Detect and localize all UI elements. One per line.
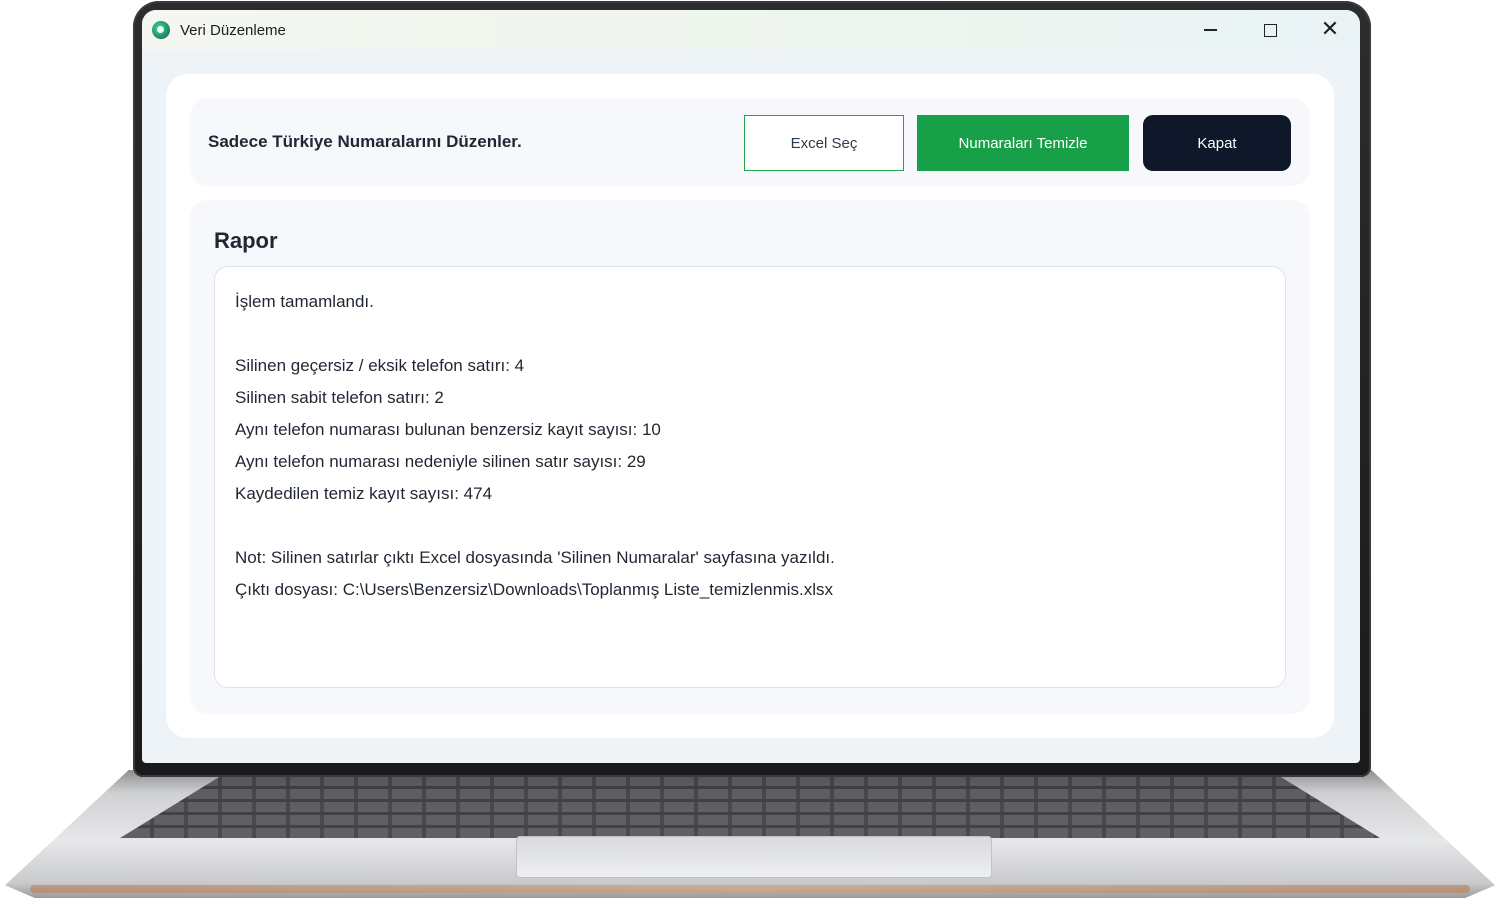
window-title: Veri Düzenleme [180, 21, 286, 39]
report-line [235, 513, 1265, 545]
report-line: Aynı telefon numarası bulunan benzersiz … [235, 420, 661, 439]
report-panel: Rapor İşlem tamamlandı. Silinen geçersiz… [190, 200, 1310, 714]
minimize-icon [1203, 29, 1217, 31]
app-window: Veri Düzenleme ✕ Sadece Türkiye Numarala… [142, 10, 1360, 763]
report-line: Silinen sabit telefon satırı: 2 [235, 388, 444, 407]
window-controls: ✕ [1180, 10, 1360, 50]
main-card: Sadece Türkiye Numaralarını Düzenler. Ex… [166, 74, 1334, 738]
clean-numbers-button[interactable]: Numaraları Temizle [917, 115, 1129, 171]
app-logo-icon [152, 21, 170, 39]
minimize-button[interactable] [1180, 10, 1240, 50]
laptop-base-edge [30, 885, 1470, 893]
report-line: Silinen geçersiz / eksik telefon satırı:… [235, 356, 525, 375]
report-title: Rapor [214, 228, 278, 253]
toolbar: Sadece Türkiye Numaralarını Düzenler. Ex… [190, 98, 1310, 186]
report-line: Kaydedilen temiz kayıt sayısı: 474 [235, 484, 493, 503]
maximize-button[interactable] [1240, 10, 1300, 50]
close-window-button[interactable]: ✕ [1300, 10, 1360, 50]
laptop-trackpad [516, 836, 992, 878]
page-subtitle: Sadece Türkiye Numaralarını Düzenler. [208, 132, 522, 151]
laptop-keyboard [120, 776, 1380, 838]
excel-select-button[interactable]: Excel Seç [744, 115, 904, 171]
close-icon: ✕ [1320, 17, 1340, 42]
report-line: Aynı telefon numarası nedeniyle silinen … [235, 452, 646, 471]
title-bar: Veri Düzenleme ✕ [142, 10, 1360, 50]
close-button[interactable]: Kapat [1143, 115, 1291, 171]
report-line [235, 321, 1265, 353]
report-text-box[interactable]: İşlem tamamlandı. Silinen geçersiz / eks… [214, 266, 1286, 688]
report-line: Çıktı dosyası: C:\Users\Benzersiz\Downlo… [235, 580, 834, 599]
report-line: Not: Silinen satırlar çıktı Excel dosyas… [235, 548, 835, 567]
report-line: İşlem tamamlandı. [235, 292, 374, 311]
maximize-icon [1263, 23, 1277, 37]
